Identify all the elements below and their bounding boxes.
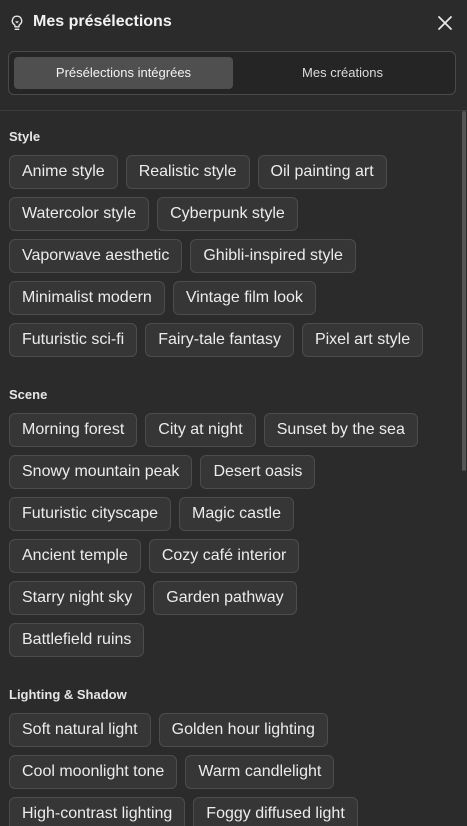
preset-chip[interactable]: Watercolor style bbox=[9, 197, 150, 231]
chip-row: High-contrast lighting Foggy diffused li… bbox=[9, 797, 358, 826]
preset-chip[interactable]: Morning forest bbox=[9, 413, 138, 447]
preset-chip[interactable]: Cozy café interior bbox=[148, 539, 300, 573]
preset-chip[interactable]: Fairy-tale fantasy bbox=[145, 323, 294, 357]
section-title-style: Style bbox=[9, 129, 41, 144]
preset-chip[interactable]: Cyberpunk style bbox=[157, 197, 298, 231]
preset-chip[interactable]: Minimalist modern bbox=[9, 281, 165, 315]
lightbulb-icon bbox=[11, 15, 23, 30]
section-title-scene: Scene bbox=[9, 387, 48, 402]
scrollbar[interactable] bbox=[460, 111, 467, 826]
preset-chip[interactable]: City at night bbox=[145, 413, 256, 447]
chip-row: Minimalist modern Vintage film look bbox=[9, 281, 316, 315]
preset-chip[interactable]: Ghibli-inspired style bbox=[190, 239, 356, 273]
preset-chip[interactable]: Garden pathway bbox=[153, 581, 297, 615]
preset-tabs: Présélections intégrées Mes créations bbox=[8, 51, 456, 95]
chip-row: Futuristic sci-fi Fairy-tale fantasy Pix… bbox=[9, 323, 424, 357]
chip-row: Battlefield ruins bbox=[9, 623, 145, 657]
preset-chip[interactable]: Sunset by the sea bbox=[263, 413, 418, 447]
preset-chip[interactable]: Oil painting art bbox=[257, 155, 387, 189]
scrollbar-thumb[interactable] bbox=[462, 111, 466, 471]
preset-chip[interactable]: Snowy mountain peak bbox=[9, 455, 193, 489]
preset-chip[interactable]: Vintage film look bbox=[172, 281, 316, 315]
preset-chip[interactable]: Soft natural light bbox=[9, 713, 151, 747]
preset-chip[interactable]: Futuristic sci-fi bbox=[9, 323, 138, 357]
presets-list[interactable]: Style Anime style Realistic style Oil pa… bbox=[0, 111, 460, 826]
preset-chip[interactable]: Golden hour lighting bbox=[158, 713, 328, 747]
close-icon[interactable] bbox=[436, 14, 454, 32]
preset-chip[interactable]: Ancient temple bbox=[9, 539, 141, 573]
preset-chip[interactable]: Realistic style bbox=[125, 155, 250, 189]
tab-my-creations[interactable]: Mes créations bbox=[233, 57, 452, 89]
panel-title: Mes présélections bbox=[33, 13, 172, 30]
chip-row: Vaporwave aesthetic Ghibli-inspired styl… bbox=[9, 239, 356, 273]
panel-header: Mes présélections bbox=[0, 0, 467, 46]
section-title-lighting: Lighting & Shadow bbox=[9, 687, 127, 702]
presets-panel: Mes présélections Présélections intégrée… bbox=[0, 0, 467, 826]
preset-chip[interactable]: Magic castle bbox=[179, 497, 294, 531]
chip-row: Ancient temple Cozy café interior bbox=[9, 539, 300, 573]
preset-chip[interactable]: Starry night sky bbox=[9, 581, 146, 615]
chip-row: Futuristic cityscape Magic castle bbox=[9, 497, 294, 531]
preset-chip[interactable]: Battlefield ruins bbox=[9, 623, 145, 657]
preset-chip[interactable]: Futuristic cityscape bbox=[9, 497, 172, 531]
chip-row: Anime style Realistic style Oil painting… bbox=[9, 155, 387, 189]
preset-chip[interactable]: Cool moonlight tone bbox=[9, 755, 178, 789]
chip-row: Soft natural light Golden hour lighting bbox=[9, 713, 328, 747]
tab-builtin-presets[interactable]: Présélections intégrées bbox=[14, 57, 233, 89]
preset-chip[interactable]: Foggy diffused light bbox=[193, 797, 358, 826]
preset-chip[interactable]: Anime style bbox=[9, 155, 118, 189]
preset-chip[interactable]: High-contrast lighting bbox=[9, 797, 186, 826]
chip-row: Starry night sky Garden pathway bbox=[9, 581, 297, 615]
preset-chip[interactable]: Desert oasis bbox=[200, 455, 316, 489]
preset-chip[interactable]: Vaporwave aesthetic bbox=[9, 239, 183, 273]
chip-row: Morning forest City at night Sunset by t… bbox=[9, 413, 418, 447]
preset-chip[interactable]: Pixel art style bbox=[301, 323, 424, 357]
preset-chip[interactable]: Warm candlelight bbox=[185, 755, 335, 789]
chip-row: Snowy mountain peak Desert oasis bbox=[9, 455, 316, 489]
chip-row: Watercolor style Cyberpunk style bbox=[9, 197, 298, 231]
chip-row: Cool moonlight tone Warm candlelight bbox=[9, 755, 335, 789]
